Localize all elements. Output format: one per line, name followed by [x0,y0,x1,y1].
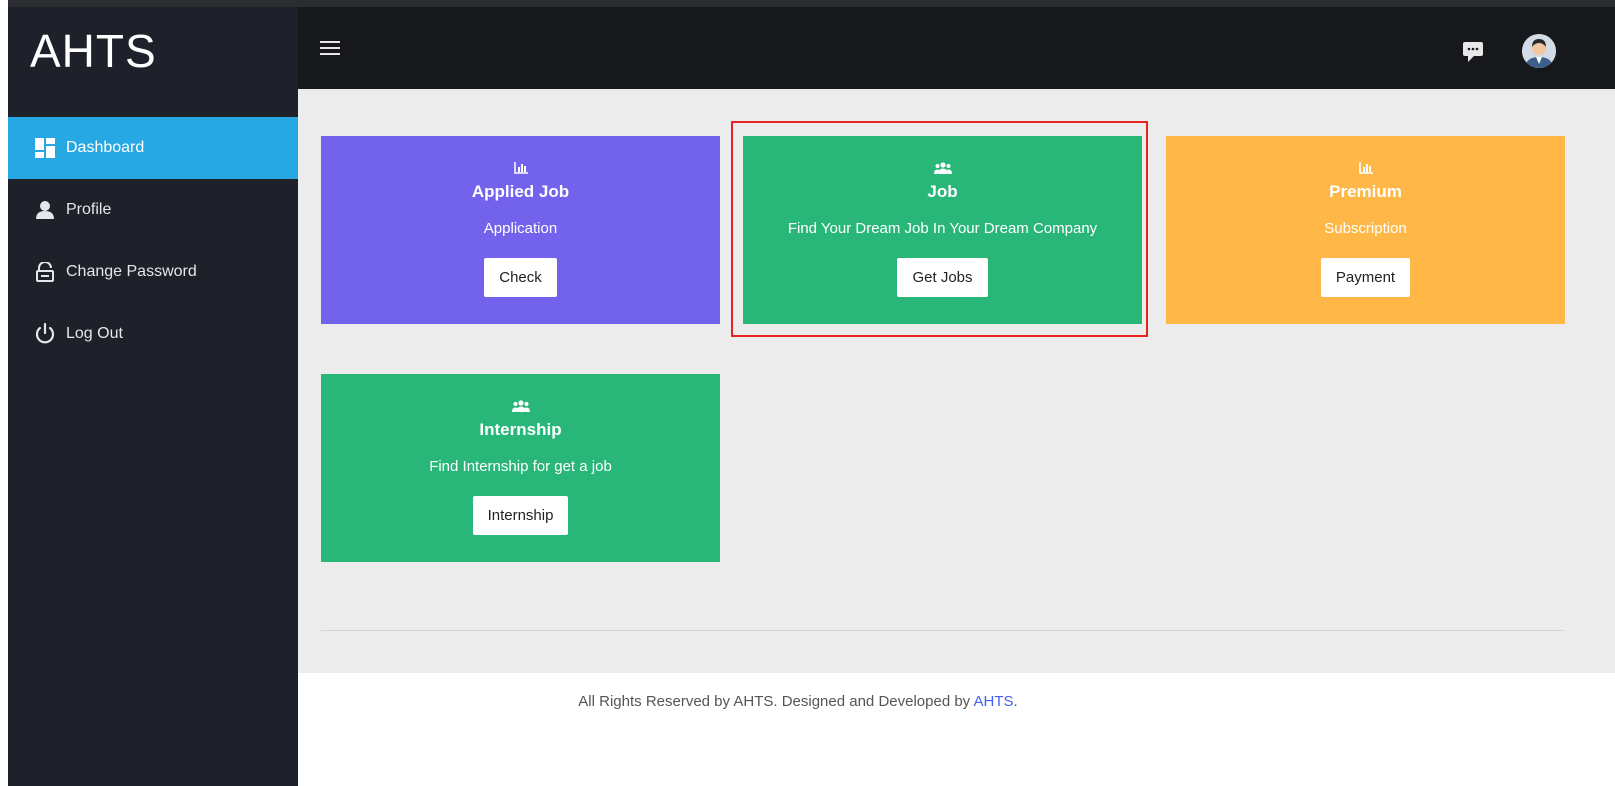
brand-logo[interactable]: AHTS [8,7,298,95]
card-title: Applied Job [471,182,570,201]
users-icon [321,400,720,416]
card-title: Premium [1329,182,1402,201]
sidebar-item-label: Log Out [66,325,123,342]
card-subtitle: Application [483,220,558,237]
dashboard-icon [34,137,56,159]
card-subtitle: Find Internship for get a job [429,458,612,475]
avatar[interactable] [1522,34,1556,68]
sidebar-item-label: Dashboard [66,139,145,156]
footer-text: All Rights Reserved by AHTS. Designed an… [298,693,1298,710]
sidebar-item-label: Change Password [66,263,197,280]
sidebar-item-profile[interactable]: Profile [8,179,298,241]
left-gutter [0,0,8,786]
footer-period: . [1013,693,1018,710]
bar-chart-icon [1166,162,1565,178]
content-divider [321,630,1564,631]
check-button[interactable]: Check [484,258,557,297]
hamburger-menu-icon[interactable] [320,41,340,57]
card-internship: Internship Find Internship for get a job… [321,374,720,562]
sidebar-item-change-password[interactable]: Change Password [8,241,298,303]
footer-ahts-link[interactable]: AHTS [974,693,1014,710]
footer: All Rights Reserved by AHTS. Designed an… [298,673,1615,786]
card-title: Internship [479,420,562,439]
highlight-box [731,121,1148,337]
sidebar-item-label: Profile [66,201,112,218]
payment-button[interactable]: Payment [1320,258,1411,297]
sidebar: AHTS Dashboard Profile Change Password L… [8,7,298,786]
top-navbar [298,7,1615,89]
card-premium: Premium Subscription Payment [1166,136,1565,324]
footer-copyright: All Rights Reserved by AHTS. Designed an… [578,693,971,710]
unlock-icon [34,261,56,283]
sidebar-nav: Dashboard Profile Change Password Log Ou… [8,117,298,365]
user-icon [34,199,56,221]
internship-button[interactable]: Internship [472,496,569,535]
card-applied-job: Applied Job Application Check [321,136,720,324]
card-subtitle: Subscription [1324,220,1407,237]
sidebar-item-dashboard[interactable]: Dashboard [8,117,298,179]
power-icon [34,323,56,345]
window-top-bar [8,0,1615,7]
sidebar-item-log-out[interactable]: Log Out [8,303,298,365]
chat-icon[interactable] [1462,41,1484,68]
bar-chart-icon [321,162,720,178]
